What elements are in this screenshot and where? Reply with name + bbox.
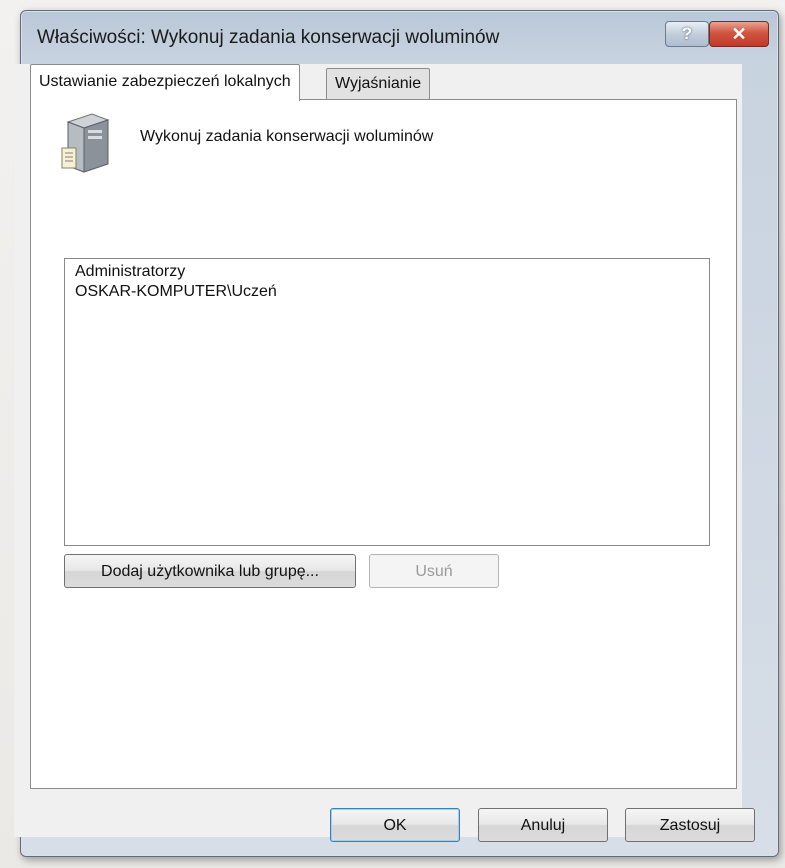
policy-name: Wykonuj zadania konserwacji woluminów bbox=[140, 128, 434, 145]
tab-explain[interactable]: Wyjaśnianie bbox=[326, 68, 431, 99]
tab-label: Wyjaśnianie bbox=[335, 75, 422, 92]
add-user-or-group-button[interactable]: Dodaj użytkownika lub grupę... bbox=[64, 554, 356, 588]
tab-label: Ustawianie zabezpieczeń lokalnych bbox=[39, 73, 291, 90]
remove-button[interactable]: Usuń bbox=[369, 554, 499, 588]
list-item[interactable]: Administratorzy bbox=[75, 263, 185, 281]
cancel-button[interactable]: Anuluj bbox=[478, 808, 608, 842]
help-button[interactable]: ? bbox=[665, 21, 709, 47]
server-policy-icon bbox=[61, 113, 110, 173]
ok-button[interactable]: OK bbox=[330, 808, 460, 842]
accounts-list[interactable]: Administratorzy OSKAR-KOMPUTER\Uczeń bbox=[64, 258, 710, 546]
tab-local-security-setting[interactable]: Ustawianie zabezpieczeń lokalnych bbox=[30, 64, 300, 101]
apply-button[interactable]: Zastosuj bbox=[625, 808, 755, 842]
title-bar[interactable]: Właściwości: Wykonuj zadania konserwacji… bbox=[21, 11, 778, 57]
window-title: Właściwości: Wykonuj zadania konserwacji… bbox=[37, 27, 500, 48]
list-item[interactable]: OSKAR-KOMPUTER\Uczeń bbox=[75, 283, 277, 301]
close-button[interactable]: ✕ bbox=[709, 21, 769, 47]
